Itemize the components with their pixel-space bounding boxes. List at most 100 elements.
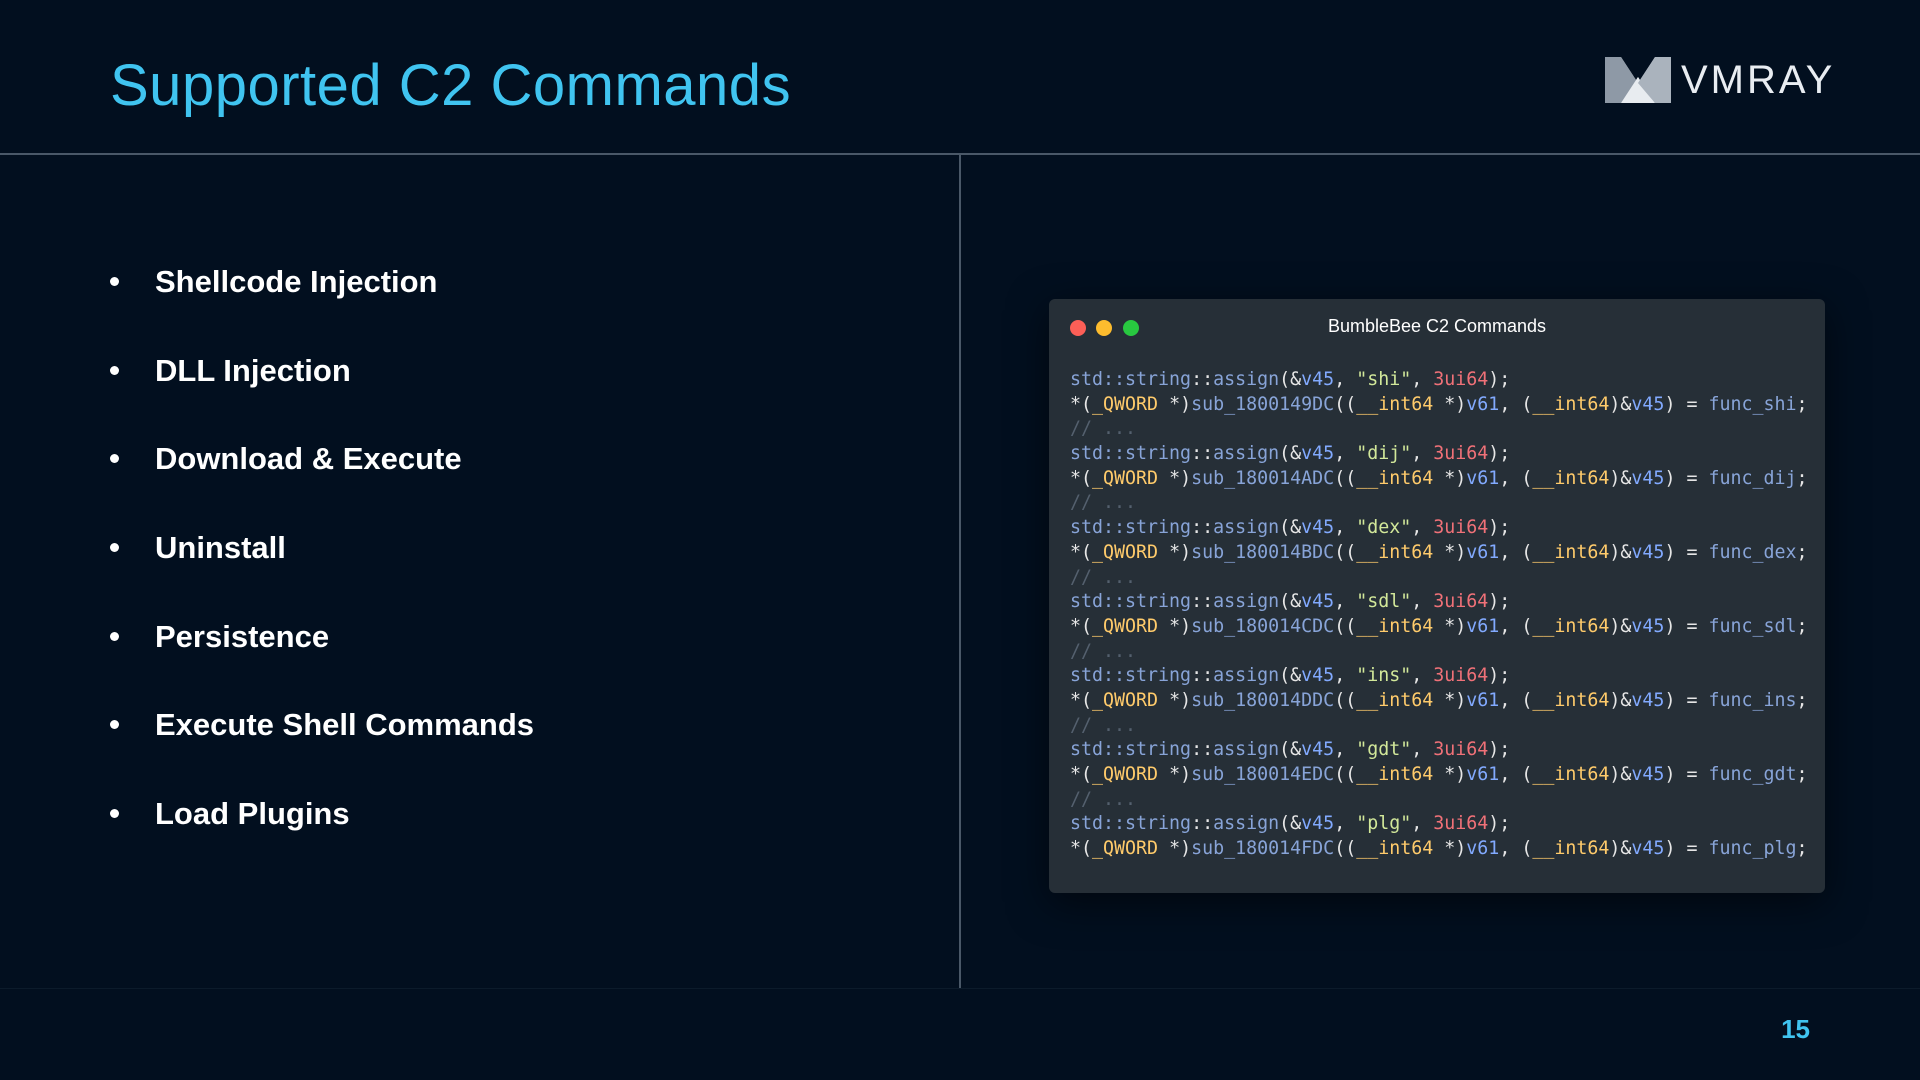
code-comment: // ...: [1070, 492, 1137, 514]
code-token: *): [1433, 838, 1467, 860]
code-token: __int64: [1532, 615, 1610, 637]
code-token: v45: [1301, 369, 1335, 390]
code-token: *): [1158, 541, 1192, 563]
handler-name: func_plg: [1708, 838, 1797, 860]
code-token: 3ui64: [1433, 369, 1489, 390]
code-token: ;: [1796, 764, 1808, 785]
code-comment: // ...: [1070, 788, 1137, 810]
code-token: assign: [1213, 591, 1280, 613]
code-token: , (: [1499, 838, 1533, 860]
code-token: ) =: [1664, 838, 1709, 860]
code-line: // ...: [1070, 417, 1808, 442]
code-token: _QWORD: [1092, 689, 1159, 711]
code-line: *(_QWORD *)sub_180014BDC((__int64 *)v61,…: [1070, 541, 1808, 566]
code-token: (&: [1279, 443, 1302, 465]
code-token: *): [1433, 615, 1467, 637]
code-token: 3ui64: [1433, 443, 1489, 465]
window-title: BumbleBee C2 Commands: [1327, 316, 1547, 336]
slide: Supported C2 Commands VMRAY Shellcode In…: [0, 0, 1920, 1080]
code-token: *): [1433, 467, 1467, 489]
code-token: (&: [1279, 739, 1302, 761]
code-token: *): [1158, 393, 1192, 415]
code-token: __int64: [1356, 838, 1434, 860]
code-line: // ...: [1070, 491, 1808, 516]
code-token: )&: [1609, 615, 1632, 637]
code-token: *(: [1070, 393, 1093, 415]
code-token: _QWORD: [1092, 541, 1159, 563]
code-token: 3ui64: [1433, 591, 1489, 613]
code-token: ;: [1796, 393, 1808, 415]
code-token: ;: [1796, 689, 1808, 711]
code-token: ,: [1411, 369, 1434, 390]
command-string: "sdl": [1356, 591, 1412, 613]
code-token: ,: [1411, 739, 1434, 761]
code-token: _QWORD: [1092, 467, 1159, 489]
column-divider: [959, 155, 961, 989]
code-token: ((: [1334, 838, 1357, 860]
code-token: string: [1125, 517, 1192, 539]
code-token: )&: [1609, 689, 1632, 711]
handler-name: func_shi: [1708, 393, 1797, 415]
code-line: std::string::assign(&v45, "dij", 3ui64);: [1070, 442, 1808, 467]
code-token: v45: [1631, 838, 1665, 860]
code-token: v61: [1466, 393, 1500, 415]
code-token: *(: [1070, 764, 1093, 785]
code-token: , (: [1499, 541, 1533, 563]
code-token: ,: [1334, 813, 1357, 835]
subroutine-name: sub_180014CDC: [1191, 615, 1335, 637]
list-item-text: DLL Injection: [155, 352, 351, 388]
handler-name: func_sdl: [1708, 615, 1797, 637]
code-token: std::: [1070, 369, 1126, 390]
code-token: string: [1125, 591, 1192, 613]
bullet-icon: [110, 631, 119, 641]
subroutine-name: sub_180014BDC: [1191, 541, 1335, 563]
code-token: ,: [1334, 665, 1357, 687]
command-string: "dex": [1356, 517, 1412, 539]
code-token: ,: [1334, 369, 1357, 390]
code-token: __int64: [1532, 393, 1610, 415]
code-token: __int64: [1532, 838, 1610, 860]
bullet-icon: [110, 454, 119, 464]
handler-name: func_dij: [1708, 467, 1797, 489]
code-token: __int64: [1356, 541, 1434, 563]
code-line: *(_QWORD *)sub_180014EDC((__int64 *)v61,…: [1070, 763, 1808, 788]
code-token: __int64: [1356, 615, 1434, 637]
bullet-icon: [110, 720, 119, 730]
code-token: ,: [1334, 517, 1357, 539]
handler-name: func_gdt: [1708, 764, 1797, 785]
list-item-text: Download & Execute: [155, 441, 462, 477]
code-token: ((: [1334, 689, 1357, 711]
code-token: *): [1158, 615, 1192, 637]
code-token: v45: [1631, 689, 1665, 711]
code-line: std::string::assign(&v45, "gdt", 3ui64);: [1070, 738, 1808, 763]
code-comment: // ...: [1070, 566, 1137, 588]
code-token: assign: [1213, 369, 1280, 390]
code-line: std::string::assign(&v45, "ins", 3ui64);: [1070, 664, 1808, 689]
code-token: v61: [1466, 689, 1500, 711]
code-token: ,: [1411, 813, 1434, 835]
code-block: std::string::assign(&v45, "shi", 3ui64);…: [1070, 368, 1808, 862]
list-item-text: Load Plugins: [155, 796, 350, 832]
code-token: v61: [1466, 838, 1500, 860]
code-token: v45: [1301, 517, 1335, 539]
code-token: ((: [1334, 615, 1357, 637]
code-token: 3ui64: [1433, 813, 1489, 835]
code-token: __int64: [1532, 764, 1610, 785]
code-token: ,: [1411, 591, 1434, 613]
vmray-logo: VMRAY: [1605, 56, 1835, 104]
code-token: ) =: [1664, 689, 1709, 711]
code-line: std::string::assign(&v45, "sdl", 3ui64);: [1070, 590, 1808, 615]
subroutine-name: sub_1800149DC: [1191, 393, 1335, 415]
bullet-icon: [110, 543, 119, 553]
code-token: ((: [1334, 764, 1357, 785]
code-token: ::: [1191, 665, 1214, 687]
command-string: "ins": [1356, 665, 1412, 687]
code-token: 3ui64: [1433, 739, 1489, 761]
code-token: *): [1158, 764, 1192, 785]
code-line: *(_QWORD *)sub_180014DDC((__int64 *)v61,…: [1070, 689, 1808, 714]
code-token: ::: [1191, 813, 1214, 835]
code-token: 3ui64: [1433, 665, 1489, 687]
code-token: v45: [1631, 541, 1665, 563]
code-token: );: [1488, 665, 1511, 687]
command-string: "shi": [1356, 369, 1412, 390]
